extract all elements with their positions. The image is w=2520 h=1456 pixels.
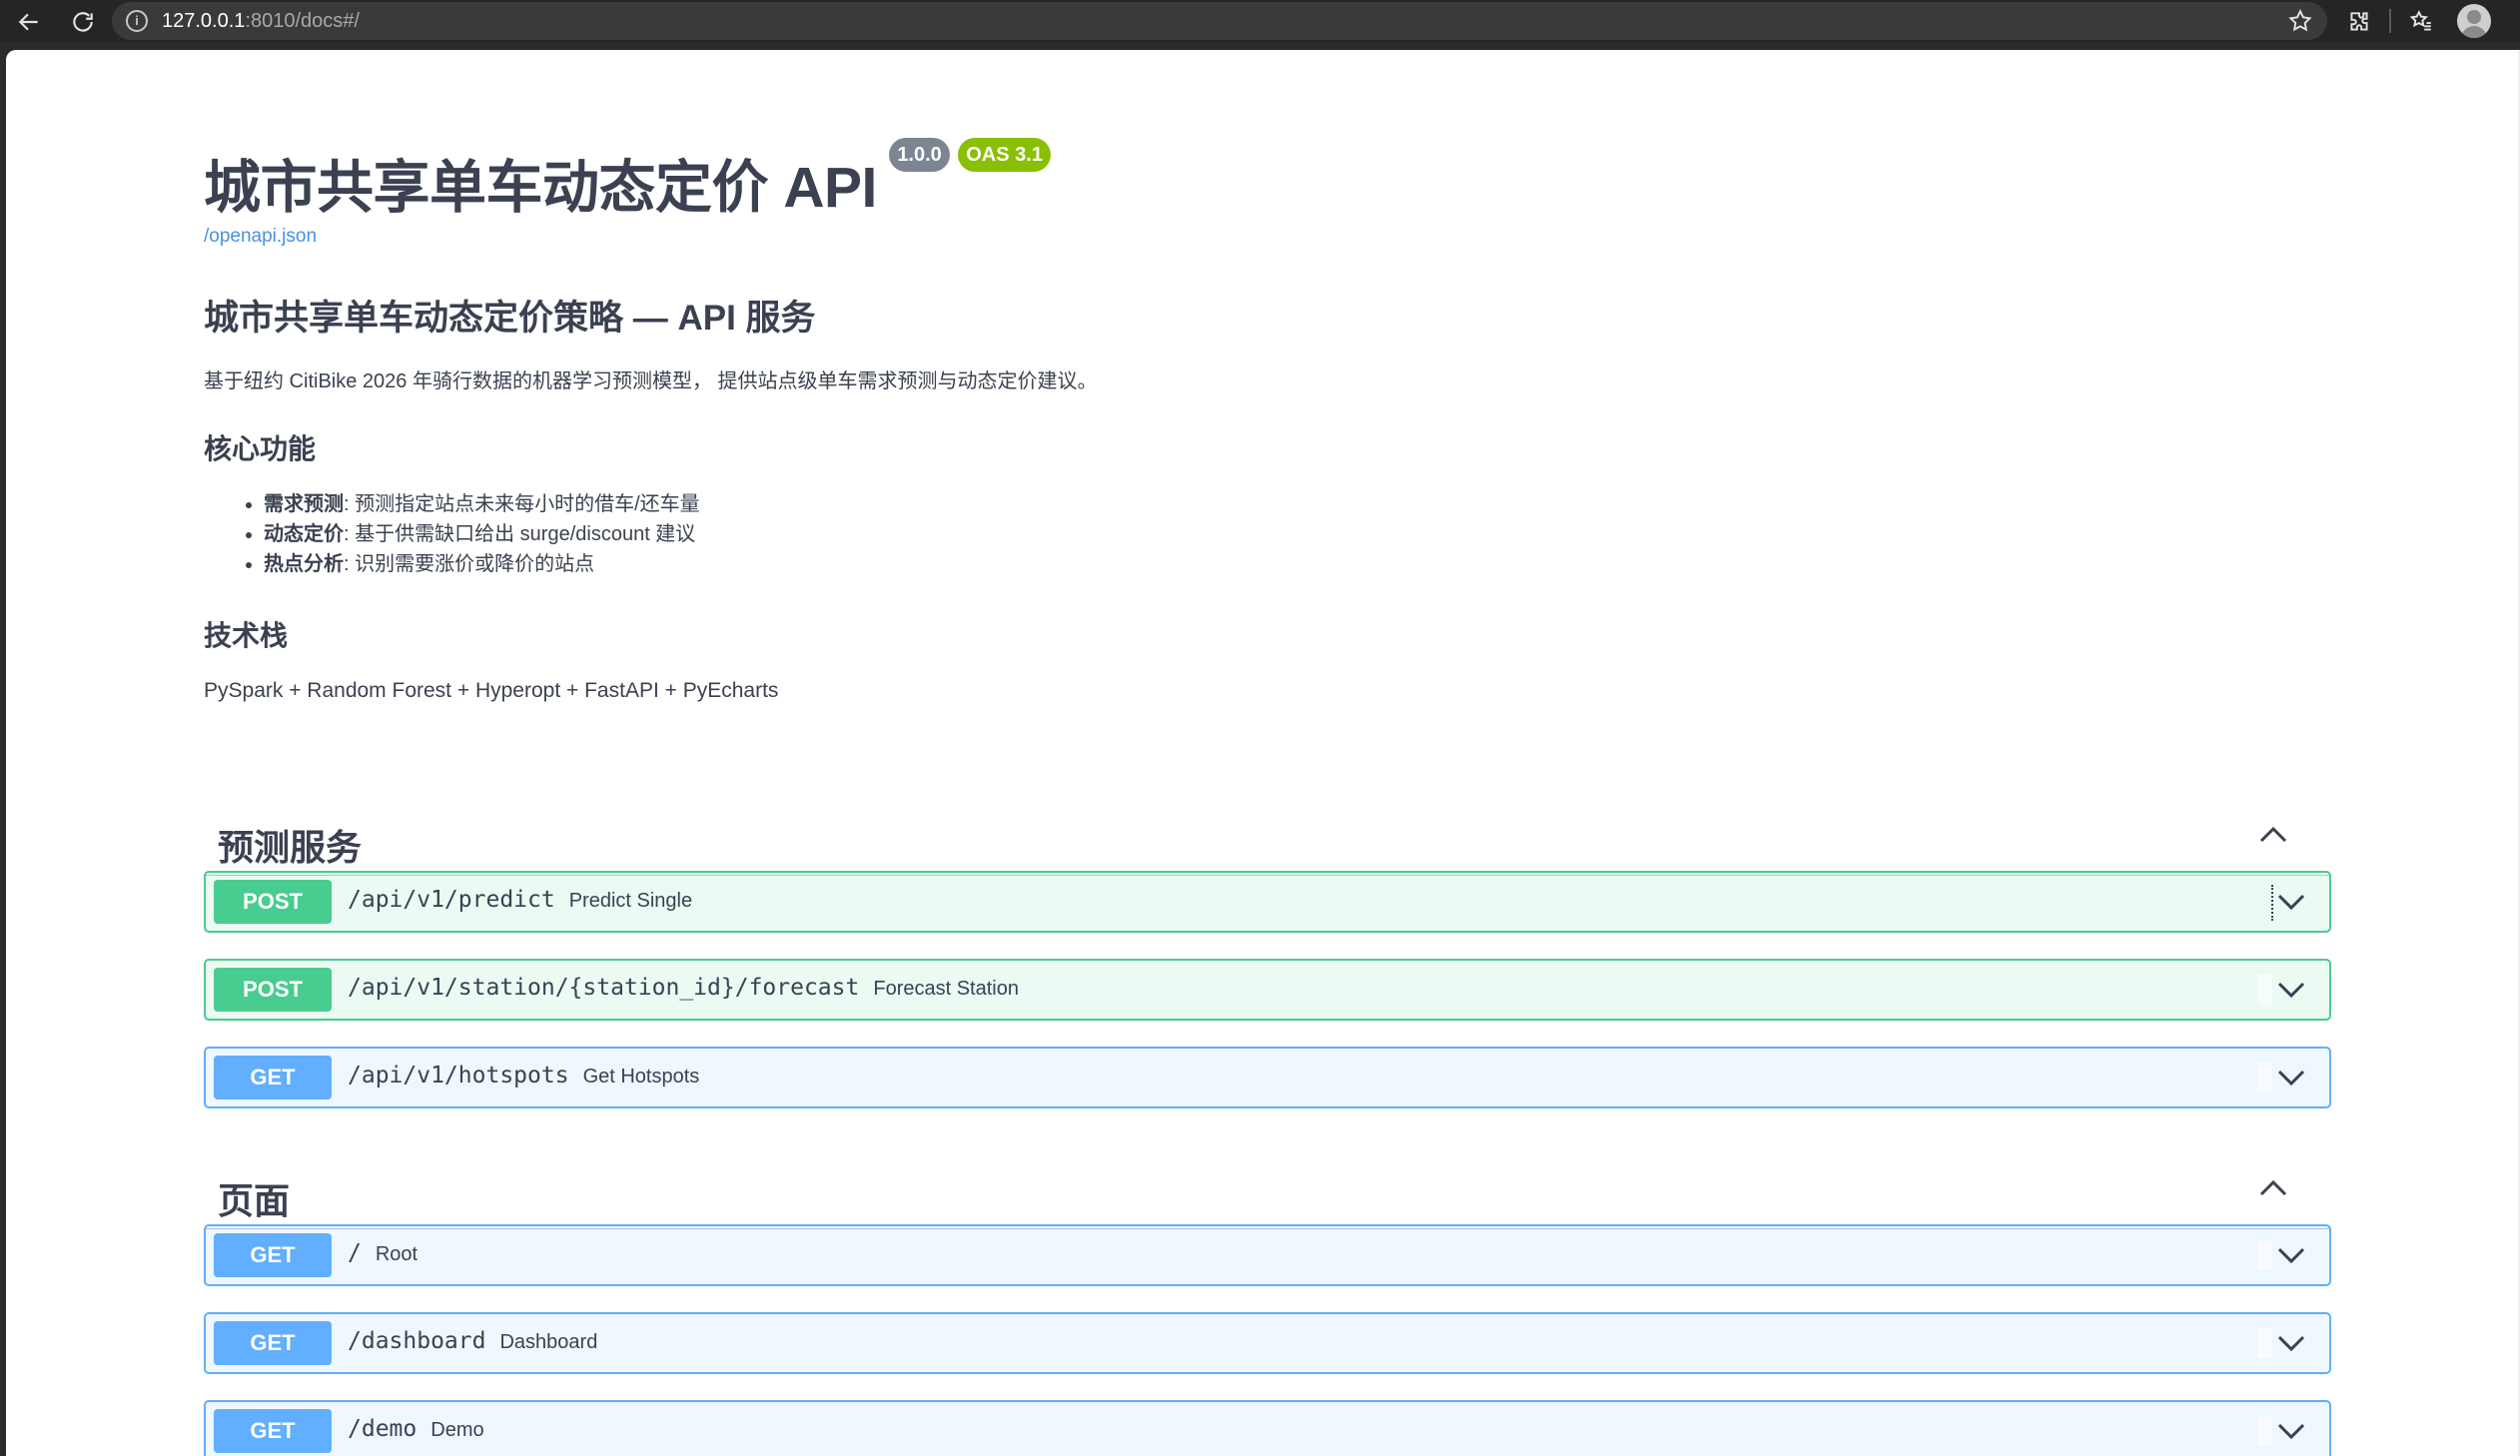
chevron-up-icon[interactable]	[2255, 823, 2291, 847]
api-title: 城市共享单车动态定价 API	[204, 156, 877, 220]
chevron-up-icon[interactable]	[2255, 1176, 2291, 1200]
operation-predict[interactable]: POST /api/v1/predict Predict Single	[204, 871, 2331, 933]
operation-demo[interactable]: GET /demo Demo	[204, 1400, 2331, 1456]
operation-path: /demo	[348, 1416, 418, 1442]
tech-heading: 技术栈	[204, 620, 289, 651]
method-badge: GET	[214, 1321, 332, 1365]
tag-section-prediction[interactable]: 预测服务	[204, 795, 2331, 876]
list-item: 热点分析: 识别需要涨价或降价的站点	[264, 549, 700, 579]
feature-text: : 基于供需缺口给出 surge/discount 建议	[344, 523, 696, 545]
chevron-down-icon[interactable]	[2275, 1242, 2307, 1268]
reload-button[interactable]	[64, 3, 102, 41]
operation-summary: Demo	[430, 1419, 484, 1441]
operation-path-row: /api/v1/hotspots Get Hotspots	[348, 1063, 699, 1089]
chevron-down-icon[interactable]	[2275, 1330, 2307, 1356]
operation-summary: Root	[375, 1243, 419, 1265]
version-badge: 1.0.0	[889, 138, 950, 172]
url-path: :8010/docs#/	[245, 10, 360, 32]
info-icon[interactable]: i	[126, 10, 148, 32]
operation-path: /api/v1/predict	[348, 887, 555, 913]
url-host: 127.0.0.1	[162, 10, 246, 32]
operation-root[interactable]: GET / Root	[204, 1224, 2331, 1286]
operation-path: /api/v1/hotspots	[348, 1063, 569, 1089]
info-title-row: 城市共享单车动态定价 API 1.0.0 OAS 3.1	[204, 138, 1051, 224]
page-viewport: 城市共享单车动态定价 API 1.0.0 OAS 3.1 /openapi.js…	[6, 50, 2520, 1456]
address-bar[interactable]: i 127.0.0.1:8010/docs#/	[112, 2, 2327, 40]
operation-path-row: /api/v1/predict Predict Single	[348, 887, 692, 913]
list-item: 需求预测: 预测指定站点未来每小时的借车/还车量	[264, 489, 700, 519]
operation-path-row: / Root	[348, 1240, 418, 1266]
operation-path: /	[348, 1240, 362, 1266]
feature-name: 动态定价	[264, 523, 344, 545]
feature-name: 热点分析	[264, 553, 344, 575]
tag-name: 预测服务	[218, 827, 363, 868]
features-list: 需求预测: 预测指定站点未来每小时的借车/还车量 动态定价: 基于供需缺口给出 …	[204, 489, 700, 579]
method-badge: GET	[214, 1056, 332, 1099]
operation-path-row: /dashboard Dashboard	[348, 1328, 597, 1354]
operation-summary: Get Hotspots	[582, 1066, 700, 1088]
operation-path-row: /api/v1/station/{station_id}/forecast For…	[348, 975, 1019, 1001]
toggle-backdrop	[2257, 1416, 2271, 1446]
operation-forecast-station[interactable]: POST /api/v1/station/{station_id}/foreca…	[204, 959, 2331, 1021]
features-heading: 核心功能	[204, 433, 317, 464]
chevron-down-icon[interactable]	[2275, 1418, 2307, 1444]
reload-icon	[73, 12, 93, 32]
toolbar-divider	[2389, 9, 2391, 33]
chevron-down-icon[interactable]	[2275, 1065, 2307, 1091]
operation-path: /api/v1/station/{station_id}/forecast	[348, 975, 860, 1001]
chevron-down-icon[interactable]	[2275, 977, 2307, 1003]
description-heading: 城市共享单车动态定价策略 — API 服务	[204, 299, 816, 338]
toggle-backdrop	[2257, 1063, 2271, 1092]
operation-path-row: /demo Demo	[348, 1416, 484, 1442]
list-item: 动态定价: 基于供需缺口给出 surge/discount 建议	[264, 519, 700, 549]
chevron-down-icon[interactable]	[2275, 889, 2307, 915]
avatar-head	[2467, 10, 2481, 24]
feature-text: : 预测指定站点未来每小时的借车/还车量	[344, 493, 700, 515]
toggle-backdrop	[2257, 1240, 2271, 1270]
method-badge: POST	[214, 880, 332, 924]
operation-summary: Dashboard	[499, 1331, 598, 1353]
puzzle-icon	[2350, 12, 2368, 31]
method-badge: GET	[214, 1233, 332, 1277]
avatar-body	[2461, 26, 2487, 38]
method-badge: POST	[214, 968, 332, 1012]
extensions-button[interactable]	[2340, 3, 2378, 41]
toggle-backdrop	[2257, 1328, 2271, 1358]
reading-list-icon	[2409, 10, 2431, 31]
description-intro: 基于纽约 CitiBike 2026 年骑行数据的机器学习预测模型， 提供站点级…	[204, 370, 1098, 392]
oas-badge: OAS 3.1	[958, 138, 1051, 172]
browser-toolbar: i 127.0.0.1:8010/docs#/	[0, 0, 2520, 42]
feature-name: 需求预测	[264, 493, 344, 515]
back-button[interactable]	[10, 3, 48, 41]
url-text: 127.0.0.1:8010/docs#/	[162, 10, 360, 33]
tag-name: 页面	[218, 1180, 291, 1221]
reading-list-button[interactable]	[2402, 3, 2440, 41]
operation-dashboard[interactable]: GET /dashboard Dashboard	[204, 1312, 2331, 1374]
openapi-json-link[interactable]: /openapi.json	[204, 226, 317, 248]
toggle-backdrop	[2257, 975, 2271, 1005]
method-badge: GET	[214, 1409, 332, 1453]
focus-divider	[2271, 885, 2273, 921]
operation-path: /dashboard	[348, 1328, 486, 1354]
arrow-left-icon	[18, 13, 38, 31]
avatar-icon[interactable]	[2457, 4, 2491, 38]
operation-summary: Predict Single	[568, 890, 693, 912]
tech-stack: PySpark + Random Forest + Hyperopt + Fas…	[204, 679, 779, 702]
feature-text: : 识别需要涨价或降价的站点	[344, 553, 595, 575]
star-icon[interactable]	[2287, 8, 2313, 34]
tag-section-pages[interactable]: 页面	[204, 1148, 2331, 1229]
operation-hotspots[interactable]: GET /api/v1/hotspots Get Hotspots	[204, 1047, 2331, 1108]
operation-summary: Forecast Station	[873, 978, 1019, 1000]
